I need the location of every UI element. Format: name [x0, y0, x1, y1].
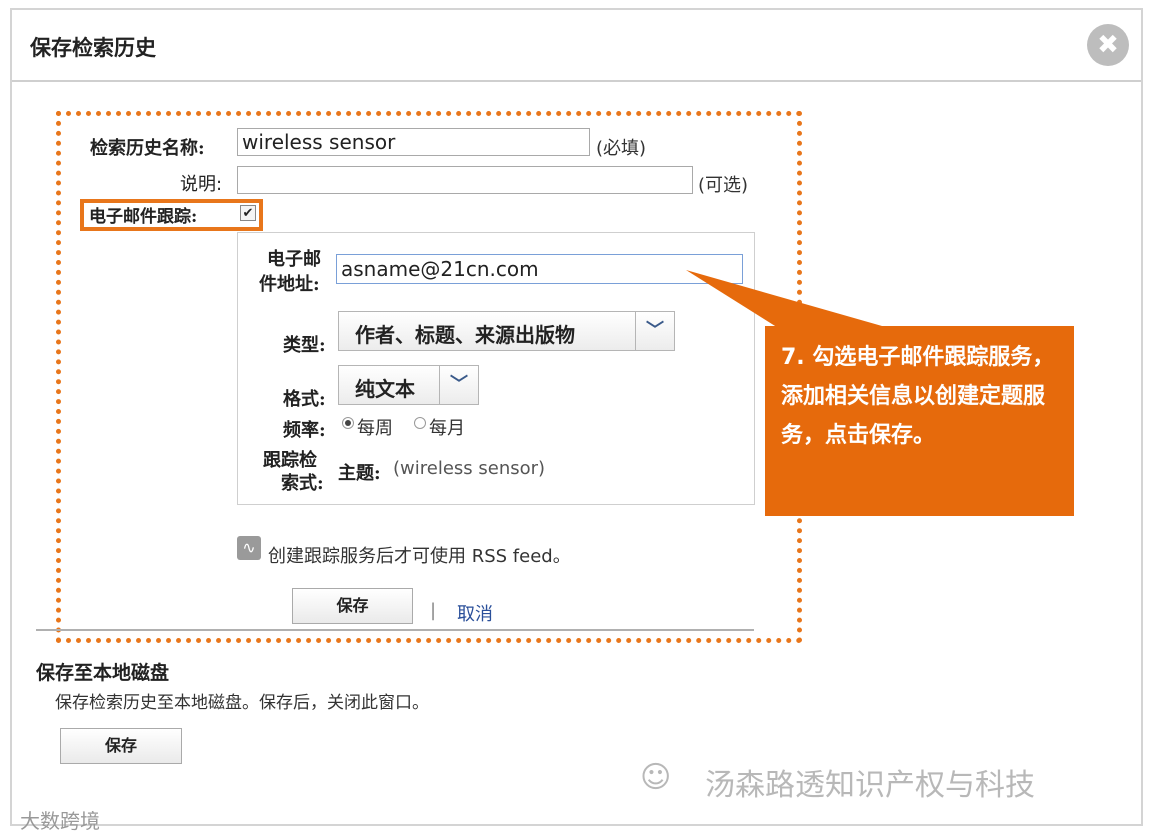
type-label: 类型: [283, 335, 326, 356]
watermark-left: 大数跨境 [20, 809, 100, 833]
monthly-radio[interactable] [414, 417, 426, 429]
history-name-label: 检索历史名称: [90, 138, 205, 159]
description-label: 说明: [180, 174, 223, 195]
save-button[interactable]: 保存 [292, 588, 413, 624]
format-label: 格式: [283, 389, 326, 410]
dialog-title: 保存检索历史 [30, 36, 156, 60]
weekly-radio[interactable] [342, 417, 354, 429]
required-hint: (必填) [596, 138, 647, 159]
history-name-input[interactable]: wireless sensor [237, 128, 590, 156]
monthly-label: 每月 [429, 418, 465, 439]
tracking-expr-value: (wireless sensor) [393, 458, 546, 479]
type-select-value: 作者、标题、来源出版物 [355, 323, 575, 347]
email-address-label-line2: 件地址: [259, 274, 320, 295]
tracking-expr-label-line2: 索式: [281, 473, 324, 494]
local-save-description: 保存检索历史至本地磁盘。保存后，关闭此窗口。 [55, 693, 429, 713]
frequency-label: 频率: [283, 420, 326, 441]
close-icon[interactable]: ✖ [1087, 24, 1129, 66]
description-input[interactable] [237, 166, 693, 194]
watermark-right: 汤森路透知识产权与科技 [705, 768, 1035, 803]
rss-icon: ∿ [237, 536, 261, 560]
local-save-heading: 保存至本地磁盘 [36, 662, 170, 684]
chevron-down-icon: ﹀ [439, 366, 478, 404]
local-save-button[interactable]: 保存 [60, 728, 182, 764]
email-track-checkbox[interactable]: ✔ [240, 205, 256, 221]
weekly-label: 每周 [357, 418, 393, 439]
topic-label: 主题: [338, 463, 381, 484]
format-select[interactable]: 纯文本 ﹀ [338, 365, 479, 405]
email-address-label-line1: 电子邮 [267, 249, 321, 270]
rss-note: 创建跟踪服务后才可使用 RSS feed。 [268, 546, 571, 567]
optional-hint: (可选) [698, 175, 749, 196]
type-select[interactable]: 作者、标题、来源出版物 ﹀ [338, 311, 675, 351]
chevron-down-icon: ﹀ [635, 312, 674, 350]
dialog-titlebar: 保存检索历史 ✖ [12, 10, 1141, 82]
email-track-label: 电子邮件跟踪: [89, 207, 198, 227]
instruction-callout: 7. 勾选电子邮件跟踪服务，添加相关信息以创建定题服务，点击保存。 [765, 326, 1074, 516]
section-divider [36, 629, 754, 631]
format-select-value: 纯文本 [355, 377, 415, 401]
watermark-logo-icon: ☺ [640, 760, 672, 795]
action-separator: | [430, 600, 437, 621]
cancel-link[interactable]: 取消 [457, 600, 493, 626]
